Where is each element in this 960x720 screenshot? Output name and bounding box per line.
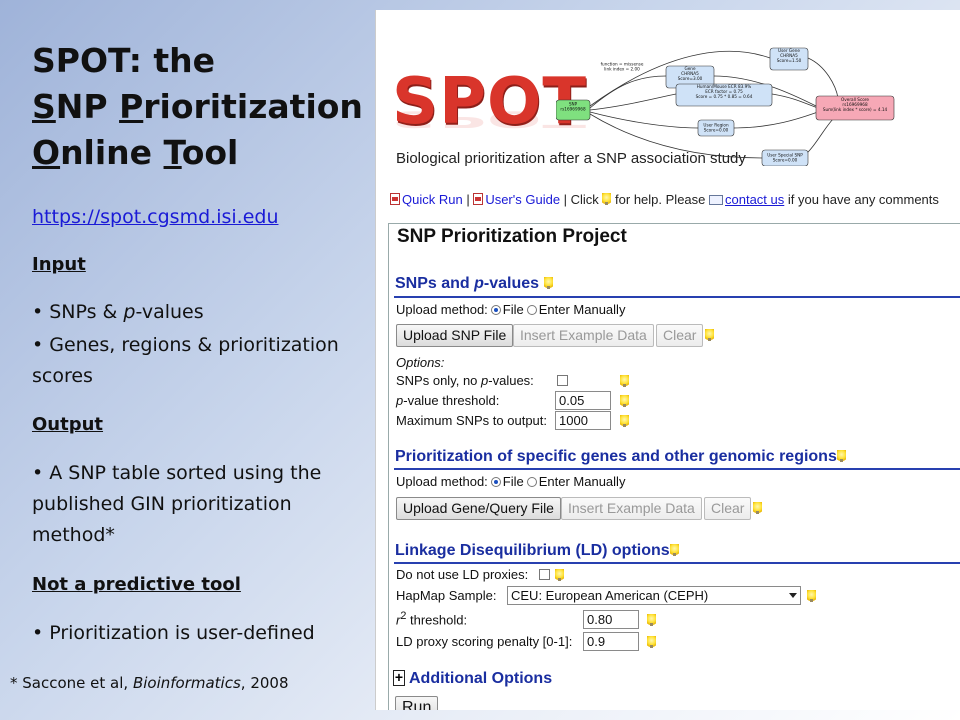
edge-snp-special: [589, 113, 763, 159]
lightbulb-icon[interactable]: [807, 590, 816, 602]
output-heading: Output: [32, 414, 104, 435]
project-title: SNP Prioritization Project: [397, 226, 627, 247]
insert-example-data-button[interactable]: Insert Example Data: [513, 324, 654, 347]
title-line-1: SPOT: the: [32, 41, 216, 80]
genes-section-heading: Prioritization of specific genes and oth…: [395, 448, 846, 466]
output-bullet: • A SNP table sorted using the published …: [32, 462, 322, 546]
hapmap-label: HapMap Sample:: [396, 588, 497, 603]
r2-threshold-label: r2 threshold:: [396, 610, 468, 628]
genes-upload-method-row: Upload method: File Enter Manually: [396, 474, 626, 489]
radio-file[interactable]: [490, 477, 501, 487]
lightbulb-icon[interactable]: [620, 415, 629, 427]
ld-penalty-input[interactable]: 0.9: [583, 632, 639, 651]
title-word-rioritization: rioritization: [143, 87, 363, 126]
not-predictive-heading: Not a predictive tool: [32, 574, 241, 595]
lightbulb-icon[interactable]: [647, 636, 656, 648]
r2-threshold-input[interactable]: 0.80: [583, 610, 639, 629]
edge-usergene-overall: [807, 57, 839, 99]
function-edge-label: function = missense link index = 2.00: [601, 62, 644, 72]
title-line-2: SNP Prioritization: [32, 84, 372, 130]
title-word-nline: nline: [60, 133, 164, 172]
lightbulb-icon[interactable]: [620, 395, 629, 407]
pvalue-threshold-label: p-value threshold:: [396, 393, 500, 408]
section-divider: [394, 468, 960, 470]
pdf-icon: [473, 193, 484, 205]
insert-example-data-button[interactable]: Insert Example Data: [561, 497, 702, 520]
radio-enter-manually[interactable]: [526, 477, 537, 487]
expand-additional-options-icon[interactable]: +: [393, 670, 405, 686]
region-node-text: User Region Score=0.00: [703, 123, 729, 133]
title-initial-p: P: [119, 87, 144, 126]
lightbulb-icon[interactable]: [705, 329, 714, 341]
section-divider: [394, 562, 960, 564]
edge-snp-ecr: [589, 93, 677, 111]
pvalue-threshold-input[interactable]: 0.05: [555, 391, 611, 410]
title-line-3: Online Tool: [32, 130, 372, 176]
input-bullet-snps: • SNPs & p-values: [32, 301, 204, 323]
title-initial-t: T: [163, 133, 182, 172]
snps-section-heading: SNPs and p-values: [395, 275, 553, 293]
input-bullet-genes: • Genes, regions & prioritization scores: [32, 334, 339, 387]
options-label: Options:: [396, 355, 445, 370]
lightbulb-icon[interactable]: [555, 569, 564, 581]
envelope-icon: [709, 195, 723, 205]
clear-button[interactable]: Clear: [656, 324, 704, 347]
quick-run-link[interactable]: Quick Run: [402, 192, 463, 207]
ld-section-heading: Linkage Disequilibrium (LD) options: [395, 542, 679, 560]
title-initial-o: O: [32, 133, 61, 172]
upload-gene-query-file-button[interactable]: Upload Gene/Query File: [396, 497, 561, 520]
no-ld-label: Do not use LD proxies:: [396, 567, 529, 582]
max-snps-label: Maximum SNPs to output:: [396, 413, 547, 428]
ld-penalty-label: LD proxy scoring penalty [0-1]:: [396, 634, 573, 649]
edge-snp-gene: [589, 75, 667, 109]
input-heading: Input: [32, 254, 86, 275]
lightbulb-icon[interactable]: [669, 544, 679, 556]
footnote: * Saccone et al, Bioinformatics, 2008: [10, 674, 289, 692]
chevron-down-icon: [789, 593, 797, 598]
title-word-np: NP: [55, 87, 120, 126]
upload-snp-file-button[interactable]: Upload SNP File: [396, 324, 514, 347]
radio-enter-manually[interactable]: [526, 305, 537, 315]
snps-only-checkbox[interactable]: [557, 375, 568, 386]
max-snps-input[interactable]: 1000: [555, 411, 611, 430]
title-word-ool: ool: [181, 133, 239, 172]
help-bar: Quick Run | User's Guide | Click for hel…: [390, 192, 960, 207]
lightbulb-icon[interactable]: [620, 375, 629, 387]
lightbulb-icon: [602, 193, 612, 205]
radio-file[interactable]: [490, 305, 501, 315]
title-initial-s: S: [32, 87, 56, 126]
additional-options-heading[interactable]: Additional Options: [409, 670, 552, 688]
slide-title: SPOT: the SNP Prioritization Online Tool: [32, 38, 372, 176]
lightbulb-icon[interactable]: [543, 277, 553, 289]
lightbulb-icon[interactable]: [753, 502, 762, 514]
snp-prioritization-project: SNP Prioritization Project SNPs and p-va…: [388, 223, 960, 710]
hapmap-sample-select[interactable]: CEU: European American (CEPH): [507, 586, 801, 605]
lightbulb-icon[interactable]: [647, 614, 656, 626]
snps-upload-method-row: Upload method: File Enter Manually: [396, 302, 626, 317]
snps-only-label: SNPs only, no p-values:: [396, 373, 534, 388]
clear-button[interactable]: Clear: [704, 497, 752, 520]
spot-app-screenshot: SPOT SPOT Biological prioritization afte…: [376, 10, 960, 710]
lightbulb-icon[interactable]: [836, 450, 846, 462]
spot-url-link[interactable]: https://spot.cgsmd.isi.edu: [32, 206, 278, 228]
gin-diagram: SNP rs16969968 Gene CHRNA5 Score=3.00 Human…: [556, 47, 895, 166]
contact-us-link[interactable]: contact us: [725, 192, 784, 207]
not-predictive-bullet: • Prioritization is user-defined: [32, 622, 315, 644]
edge-region-overall: [733, 111, 819, 129]
run-button[interactable]: Run: [395, 696, 439, 710]
edge-snp-region: [589, 111, 699, 129]
section-divider: [394, 296, 960, 298]
users-guide-link[interactable]: User's Guide: [485, 192, 560, 207]
no-ld-checkbox[interactable]: [539, 569, 550, 580]
pdf-icon: [390, 193, 400, 205]
